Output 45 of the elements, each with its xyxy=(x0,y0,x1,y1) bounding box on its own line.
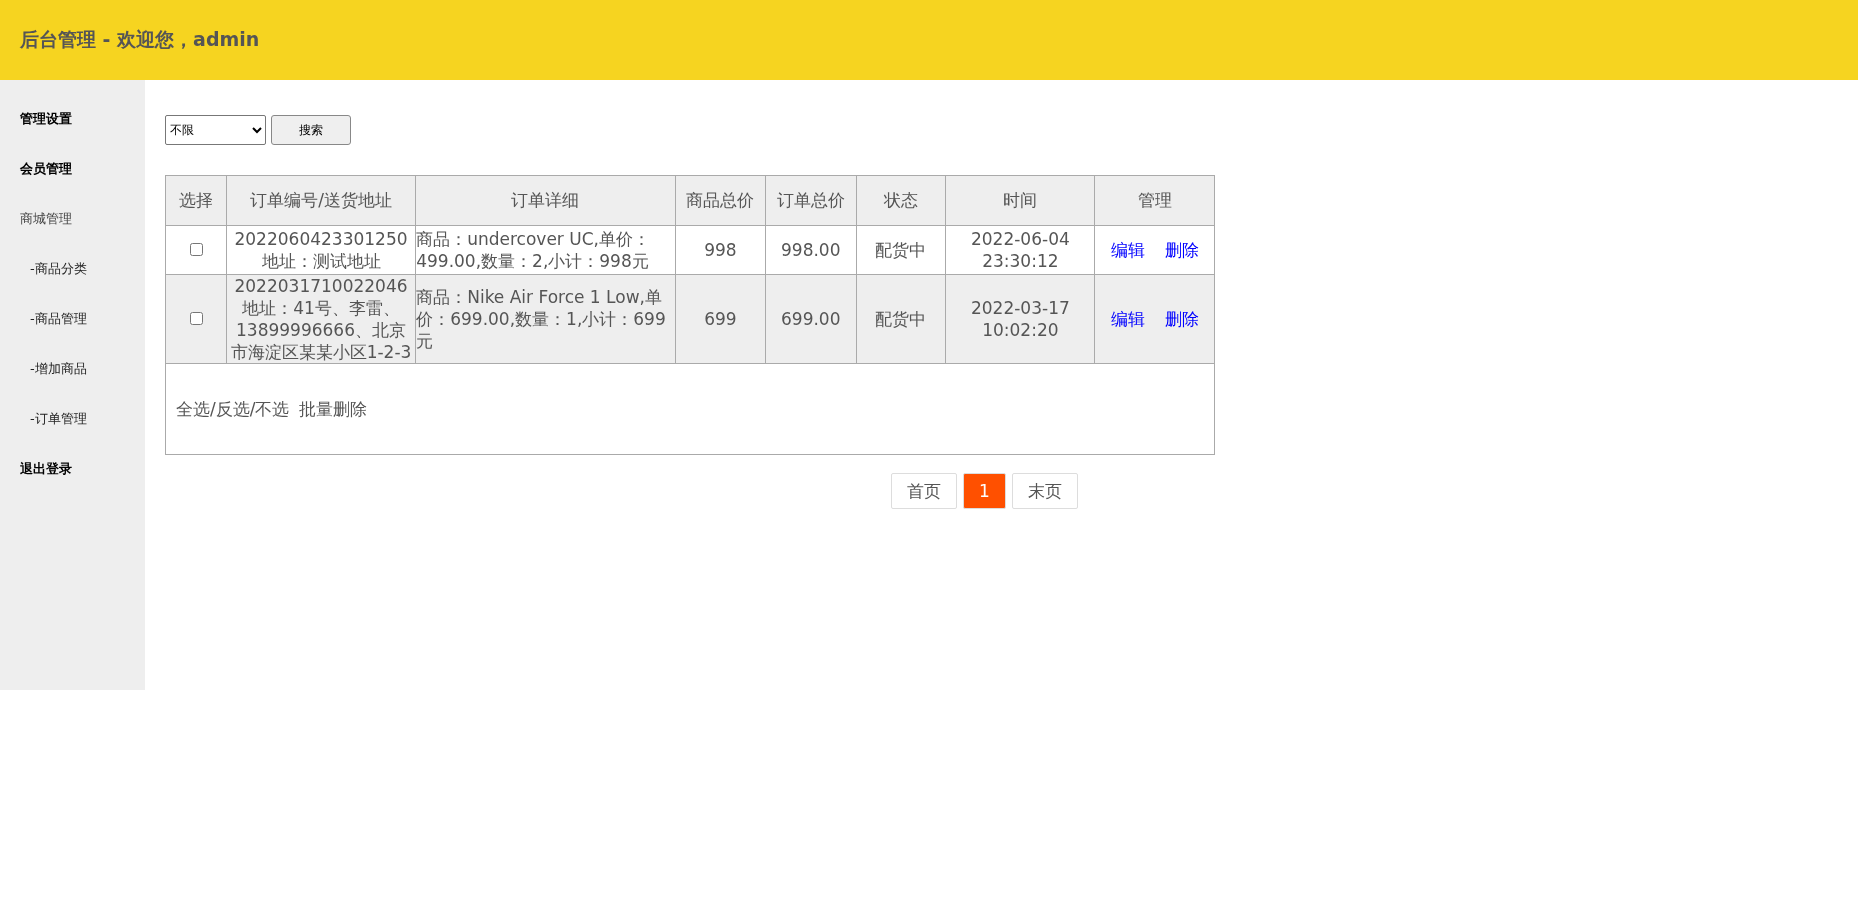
column-header: 时间 xyxy=(945,175,1095,226)
batch-delete-link[interactable]: 批量删除 xyxy=(299,398,368,419)
search-button[interactable]: 搜索 xyxy=(271,115,351,145)
order-date: 2022-03-17 xyxy=(969,297,1071,319)
column-header: 订单详细 xyxy=(415,175,676,226)
order-detail: 商品：Nike Air Force 1 Low,单价：699.00,数量：1,小计：699元 xyxy=(415,274,676,364)
filter-select[interactable]: 不限 xyxy=(165,115,266,145)
column-header: 选择 xyxy=(165,175,227,226)
status-cell: 配货中 xyxy=(856,274,946,364)
sidebar-subitem[interactable]: -商品管理 xyxy=(0,294,145,344)
edit-link[interactable]: 编辑 xyxy=(1110,240,1145,260)
select-toggle-links[interactable]: 全选/反选/不选 xyxy=(176,398,290,419)
delivery-address: 地址：测试地址 xyxy=(260,250,382,272)
order-time: 23:30:12 xyxy=(981,250,1060,272)
table-cell: 998.00 xyxy=(765,225,857,275)
delete-link[interactable]: 删除 xyxy=(1164,309,1199,329)
sidebar-item[interactable]: 管理设置 xyxy=(0,94,145,144)
order-time: 10:02:20 xyxy=(981,319,1060,341)
sidebar-item[interactable]: 商城管理 xyxy=(0,194,145,244)
column-header: 状态 xyxy=(856,175,946,226)
column-header: 订单总价 xyxy=(765,175,857,226)
row-checkbox[interactable] xyxy=(189,312,203,325)
table-cell: 699.00 xyxy=(765,274,857,364)
table-cell: 699 xyxy=(675,274,766,364)
column-header: 订单编号/送货地址 xyxy=(226,175,416,226)
last-page-button[interactable]: 末页 xyxy=(1011,473,1078,509)
column-header: 商品总价 xyxy=(675,175,766,226)
row-checkbox[interactable] xyxy=(189,243,203,256)
order-number: 2022060423301250 xyxy=(233,228,409,250)
sidebar-subitem[interactable]: -订单管理 xyxy=(0,394,145,444)
page-title: 后台管理 - 欢迎您，admin xyxy=(20,27,260,52)
sidebar-item[interactable]: 会员管理 xyxy=(0,144,145,194)
order-number: 2022031710022046 xyxy=(233,275,409,297)
delivery-address: 地址：41号、李雷、13899996666、北京市海淀区某某小区1-2-3 xyxy=(229,297,413,363)
first-page-button[interactable]: 首页 xyxy=(891,473,957,509)
sidebar-subitem[interactable]: -商品分类 xyxy=(0,244,145,294)
column-header: 管理 xyxy=(1094,175,1215,226)
delete-link[interactable]: 删除 xyxy=(1164,240,1199,260)
order-date: 2022-06-04 xyxy=(969,228,1071,250)
order-detail: 商品：undercover UC,单价：499.00,数量：2,小计：998元 xyxy=(415,225,676,275)
status-cell: 配货中 xyxy=(856,225,946,275)
table-cell: 998 xyxy=(675,225,766,275)
edit-link[interactable]: 编辑 xyxy=(1110,309,1145,329)
sidebar-subitem[interactable]: -增加商品 xyxy=(0,344,145,394)
sidebar-item[interactable]: 退出登录 xyxy=(0,444,145,494)
